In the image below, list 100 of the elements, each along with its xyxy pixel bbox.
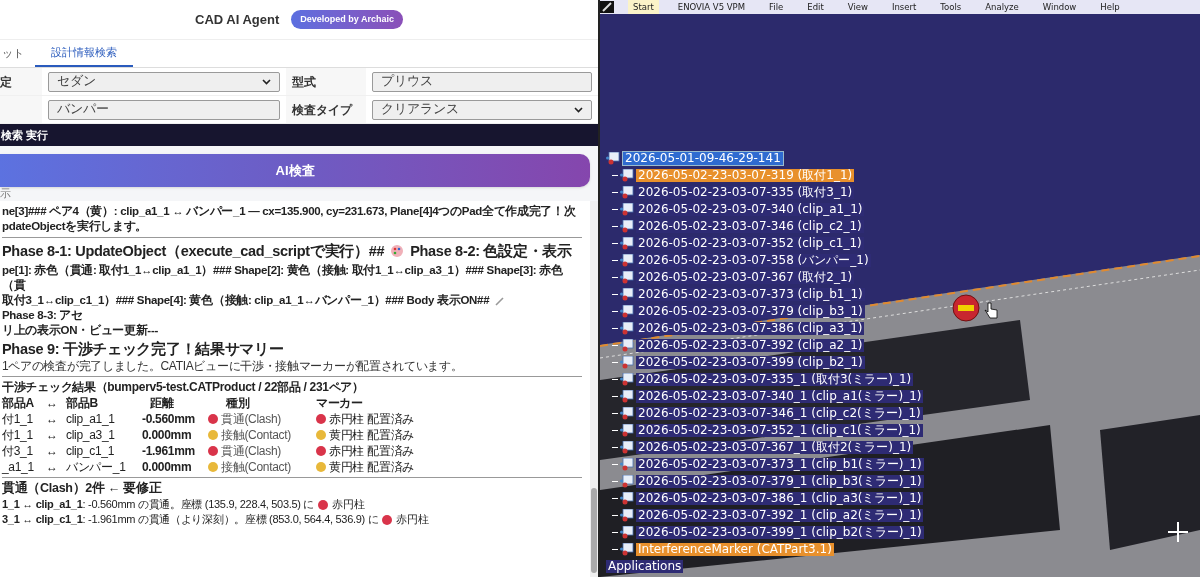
result-title: 干渉チェック結果（bumperv5-test.CATProduct / 22部品 / 231ペア）: [2, 379, 364, 395]
product-icon: [620, 305, 634, 318]
table-cell: 黄円柱 配置済み: [329, 427, 414, 443]
table-cell: ↔: [46, 411, 58, 427]
log-text: 3_1 ↔ clip_c1_1: -1.961mm の貫通（より深刻）。座標 (853.0, 564.4, 536.9) に: [2, 512, 379, 527]
tree-item[interactable]: 2026-05-02-23-03-07-386 (clip_a3_1): [636, 322, 865, 335]
tree-item[interactable]: 2026-05-02-23-03-07-335_1 (取付3(ミラー)_1): [636, 373, 914, 386]
table-cell: -1.961mm: [142, 443, 195, 459]
log-text: リ上の表示ON・ビュー更新---: [2, 323, 158, 338]
product-icon: [620, 254, 634, 267]
tree-item[interactable]: 2026-05-02-23-03-07-373 (clip_b1_1): [636, 288, 865, 301]
tree-item[interactable]: 2026-05-02-23-03-07-358 (バンパー_1): [636, 254, 871, 267]
product-icon: [620, 220, 634, 233]
table-cell: 付3_1: [2, 443, 33, 459]
menu-item[interactable]: Analyze: [980, 0, 1024, 14]
table-cell: 0.000mm: [142, 459, 192, 475]
product-icon: [620, 237, 634, 250]
tree-item[interactable]: 2026-05-02-23-03-07-352 (clip_c1_1): [636, 237, 864, 250]
log-text: pe[1]: 赤色（貫通: 取付1_1↔clip_a1_1）### Shape[2]: 黄色（接触: 取付1_1↔clip_a3_1）### Shape[3]: 赤色（貫: [2, 263, 564, 293]
tree-item[interactable]: 2026-05-02-23-03-07-379_1 (clip_b3(ミラー)_1): [636, 475, 924, 488]
menu-item[interactable]: File: [764, 0, 789, 14]
table-header: 距離: [149, 395, 174, 411]
menu-item[interactable]: Start: [628, 0, 659, 14]
table-cell: clip_a1_1: [66, 411, 115, 427]
table-cell: _a1_1: [2, 459, 34, 475]
menu-item[interactable]: View: [842, 0, 873, 14]
tree-item[interactable]: 2026-05-02-23-03-07-379 (clip_b3_1): [636, 305, 865, 318]
table-cell: ↔: [46, 443, 58, 459]
tree-item[interactable]: 2026-05-02-23-03-07-340 (clip_a1_1): [636, 203, 865, 216]
tree-item[interactable]: 2026-05-02-23-03-07-340_1 (clip_a1(ミラー)_1): [636, 390, 924, 403]
field-label: 型式: [286, 68, 366, 95]
product-icon: [620, 441, 634, 454]
table-cell: clip_a3_1: [66, 427, 115, 443]
clash-title: 貫通（Clash）2件 ← 要修正: [2, 480, 162, 497]
tree-item[interactable]: 2026-05-02-23-03-07-392_1 (clip_a2(ミラー)_1): [636, 509, 924, 522]
log-heading: Phase 8-2: 色設定・表示: [410, 242, 572, 261]
log-text: Phase 8-3: アセ: [2, 308, 83, 323]
tree-item[interactable]: 2026-05-02-23-03-07-373_1 (clip_b1(ミラー)_1): [636, 458, 924, 471]
developer-badge: Developed by Archaic: [291, 9, 403, 30]
ai-inspect-button[interactable]: AI検査: [0, 154, 590, 187]
table-cell: 赤円柱 配置済み: [329, 411, 414, 427]
log-heading: Phase 8-1: UpdateObject（execute_cad_scriptで実行）##: [2, 242, 385, 261]
table-cell: 黄円柱 配置済み: [329, 459, 414, 475]
product-icon: [620, 169, 634, 182]
product-icon: [620, 492, 634, 505]
product-icon: [620, 356, 634, 369]
section-bar: 検索 実行: [0, 124, 598, 146]
product-icon: [620, 186, 634, 199]
tree-item[interactable]: 2026-05-02-23-03-07-335 (取付3_1): [636, 186, 855, 199]
menu-item[interactable]: Help: [1095, 0, 1125, 14]
log-text: 赤円柱: [396, 512, 429, 527]
log-text: pdateObjectを実行します。: [2, 219, 148, 234]
tree-item[interactable]: 2026-05-02-23-03-07-392 (clip_a2_1): [636, 339, 865, 352]
product-icon: [620, 458, 634, 471]
product-icon: [620, 271, 634, 284]
chevron-down-icon: [262, 78, 271, 85]
tree-item[interactable]: 2026-05-02-23-03-07-399 (clip_b2_1): [636, 356, 865, 369]
tree-item[interactable]: Applications: [606, 560, 684, 573]
menu-item[interactable]: Tools: [935, 0, 967, 14]
table-cell: 付1_1: [2, 427, 33, 443]
tree-item[interactable]: 2026-05-02-23-03-07-367 (取付2_1): [636, 271, 855, 284]
menu-item[interactable]: Insert: [886, 0, 922, 14]
table-cell: 接触(Contact): [221, 427, 292, 443]
product-icon: [620, 475, 634, 488]
table-cell: clip_c1_1: [66, 443, 114, 459]
input-field[interactable]: プリウス: [372, 71, 592, 92]
table-header: 部品B: [66, 395, 98, 411]
product-icon: [620, 322, 634, 335]
tree-item[interactable]: 2026-05-02-23-03-07-399_1 (clip_b2(ミラー)_1): [636, 526, 924, 539]
hand-cursor-icon: [983, 302, 999, 320]
log-heading: Phase 9: 干渉チェック完了！結果サマリー: [2, 340, 284, 359]
menu-item[interactable]: ENOVIA V5 VPM: [672, 0, 751, 14]
menu-item[interactable]: Edit: [802, 0, 829, 14]
table-cell: 付1_1: [2, 411, 33, 427]
product-icon: [620, 407, 634, 420]
dropdown-field[interactable]: クリアランス: [372, 99, 592, 120]
table-cell: 赤円柱 配置済み: [329, 443, 414, 459]
table-header: 部品A: [2, 395, 34, 411]
table-cell: バンパー_1: [66, 459, 126, 475]
log-text: 赤円柱: [332, 497, 365, 512]
tab[interactable]: 設計情報検索: [35, 40, 133, 67]
interference-marker-icon: [952, 294, 980, 322]
tab[interactable]: ット: [0, 40, 35, 67]
input-field[interactable]: バンパー: [48, 99, 280, 120]
menu-item[interactable]: Window: [1037, 0, 1082, 14]
tree-item[interactable]: 2026-05-02-23-03-07-352_1 (clip_c1(ミラー)_1): [636, 424, 923, 437]
field-label: 定: [0, 68, 42, 95]
tree-item[interactable]: 2026-05-02-23-03-07-367_1 (取付2(ミラー)_1): [636, 441, 914, 454]
tree-item[interactable]: 2026-05-02-23-03-07-346 (clip_c2_1): [636, 220, 864, 233]
scrollbar[interactable]: [590, 201, 598, 577]
table-cell: 貫通(Clash): [221, 411, 281, 427]
product-icon: [620, 339, 634, 352]
tree-root[interactable]: 2026-05-01-09-46-29-141: [622, 151, 784, 166]
product-icon: [620, 203, 634, 216]
table-cell: ↔: [46, 459, 58, 475]
tree-item[interactable]: 2026-05-02-23-03-07-346_1 (clip_c2(ミラー)_1): [636, 407, 923, 420]
tree-item[interactable]: 2026-05-02-23-03-07-386_1 (clip_a3(ミラー)_1): [636, 492, 924, 505]
section-label: 示: [0, 187, 11, 200]
pencil-icon: [495, 295, 506, 306]
dropdown-field[interactable]: セダン: [48, 71, 280, 92]
